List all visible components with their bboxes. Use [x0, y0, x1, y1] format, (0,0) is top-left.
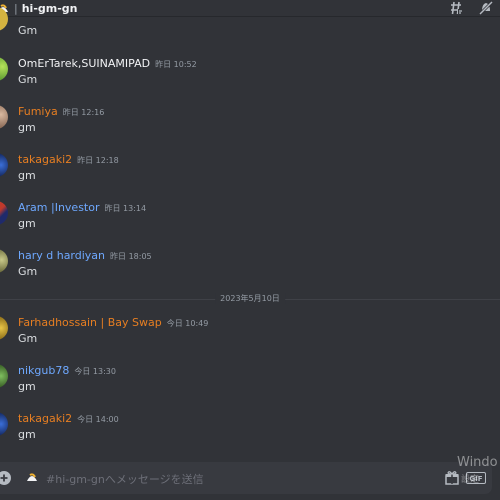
user-avatar[interactable] [0, 57, 8, 81]
message-content: gm [18, 121, 36, 134]
message-composer[interactable]: #hi-gm-gnへメッセージを送信 GIF [0, 462, 492, 494]
message-input[interactable]: #hi-gm-gnへメッセージを送信 [46, 471, 204, 487]
channel-header: | hi-gm-gn [0, 0, 500, 17]
username[interactable]: takagaki2 [18, 153, 72, 166]
message-content: gm [18, 169, 36, 182]
header-separator: | [14, 1, 18, 15]
gift-icon[interactable] [444, 470, 460, 486]
user-avatar[interactable] [0, 364, 8, 388]
user-avatar[interactable] [0, 105, 8, 129]
user-avatar[interactable] [0, 412, 8, 436]
notification-settings-icon[interactable] [478, 0, 494, 16]
timestamp: 昨日 12:18 [77, 156, 119, 165]
windows-watermark-sub: 設定 [461, 475, 480, 485]
username[interactable]: Fumiya [18, 105, 58, 118]
date-divider: 2023年5月10日 [0, 291, 500, 309]
user-avatar[interactable] [0, 201, 8, 225]
timestamp: 今日 13:30 [74, 367, 116, 376]
message-content: Gm [18, 73, 38, 86]
timestamp: 今日 14:00 [77, 415, 119, 424]
username[interactable]: Farhadhossain | Bay Swap [18, 316, 162, 329]
username[interactable]: OmErTarek,SUINAMIPAD [18, 57, 150, 70]
threads-icon[interactable] [448, 0, 464, 16]
message-content: Gm [18, 332, 38, 345]
username[interactable]: nikgub78 [18, 364, 69, 377]
message-content: gm [18, 428, 36, 441]
date-divider-label: 2023年5月10日 [215, 293, 285, 304]
message-content: Gm [18, 265, 38, 278]
message-content: gm [18, 217, 36, 230]
windows-watermark: Windo [457, 455, 498, 470]
message-list: Gm OmErTarek,SUINAMIPAD 昨日 10:52 Gm Fumi… [0, 7, 500, 457]
message-content: Gm [18, 24, 38, 37]
channel-title[interactable]: hi-gm-gn [22, 2, 78, 15]
timestamp: 昨日 10:52 [155, 60, 197, 69]
add-attachment-icon[interactable] [0, 470, 12, 486]
timestamp: 昨日 12:16 [62, 108, 105, 117]
channel-sticker-icon [27, 473, 37, 481]
username[interactable]: takagaki2 [18, 412, 72, 425]
username[interactable]: hary d hardiyan [18, 249, 105, 262]
message-content: gm [18, 380, 36, 393]
timestamp: 昨日 13:14 [104, 204, 147, 213]
user-avatar[interactable] [0, 153, 8, 177]
user-avatar[interactable] [0, 316, 8, 340]
username[interactable]: Aram |Investor [18, 201, 100, 214]
timestamp: 昨日 18:05 [110, 252, 152, 261]
user-avatar[interactable] [0, 249, 8, 273]
timestamp: 今日 10:49 [166, 319, 209, 328]
